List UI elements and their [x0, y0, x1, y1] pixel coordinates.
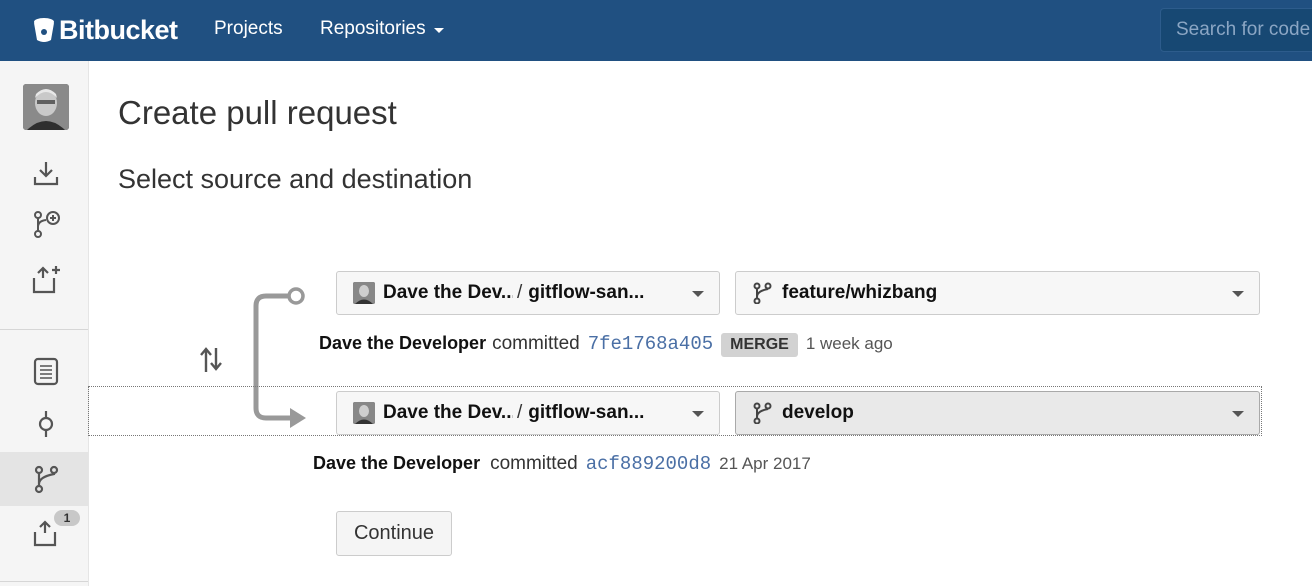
- user-avatar-image: [23, 84, 69, 130]
- search-placeholder: Search for code: [1176, 19, 1311, 40]
- nav-projects[interactable]: Projects: [214, 18, 283, 40]
- clone-icon[interactable]: [29, 156, 63, 190]
- bitbucket-bucket-icon: [34, 18, 54, 42]
- logo-text: Bitbucket: [59, 14, 178, 45]
- bitbucket-logo[interactable]: Bitbucket: [33, 13, 178, 47]
- branch-icon: [753, 282, 772, 304]
- commit-author: Dave the Developer: [319, 333, 487, 353]
- commits-icon[interactable]: [29, 407, 63, 441]
- destination-branch-name: develop: [782, 402, 854, 423]
- source-icon[interactable]: [29, 354, 63, 388]
- create-pull-request-icon[interactable]: [29, 263, 63, 297]
- commit-date: 21 Apr 2017: [719, 454, 811, 473]
- repo-owner-avatar: [353, 282, 375, 304]
- nav-repositories-dropdown[interactable]: Repositories: [320, 18, 444, 40]
- section-title: Select source and destination: [118, 164, 473, 194]
- source-branch-select[interactable]: feature/whizbang: [735, 271, 1260, 315]
- search-input[interactable]: Search for code: [1160, 8, 1312, 52]
- chevron-down-icon: [1232, 411, 1244, 417]
- continue-button[interactable]: Continue: [336, 511, 452, 556]
- chevron-down-icon: [433, 27, 444, 33]
- merge-badge: MERGE: [721, 333, 798, 357]
- source-commit-info: Dave the Developer committed 7fe1768a405…: [319, 333, 893, 357]
- swap-source-destination-icon[interactable]: [198, 344, 224, 374]
- commit-hash-link[interactable]: acf889200d8: [586, 453, 711, 475]
- commit-author: Dave the Developer: [313, 453, 481, 473]
- commit-verb: committed: [490, 453, 578, 474]
- commit-hash-link[interactable]: 7fe1768a405: [588, 333, 713, 355]
- chevron-down-icon: [692, 291, 704, 297]
- sidebar: 1: [0, 61, 89, 586]
- chevron-down-icon: [692, 411, 704, 417]
- source-repo-owner: Dave the Dev...: [383, 282, 513, 303]
- destination-repo-owner: Dave the Dev...: [383, 402, 513, 423]
- sidebar-divider: [0, 329, 88, 330]
- pull-requests-count-badge: 1: [54, 510, 80, 526]
- commit-verb: committed: [492, 333, 580, 354]
- destination-repo-separator: /: [517, 402, 523, 423]
- commit-date: 1 week ago: [805, 334, 893, 353]
- source-repo-name: gitflow-san...: [528, 282, 645, 303]
- branches-icon[interactable]: [29, 462, 63, 496]
- destination-repo-name: gitflow-san...: [528, 402, 645, 423]
- user-avatar[interactable]: [23, 84, 69, 130]
- nav-repositories-label: Repositories: [320, 18, 426, 39]
- create-branch-icon[interactable]: [29, 207, 63, 241]
- branch-icon: [753, 402, 772, 424]
- source-repo-separator: /: [517, 282, 523, 303]
- source-branch-name: feature/whizbang: [782, 282, 938, 303]
- source-repository-select[interactable]: Dave the Dev... / gitflow-san...: [336, 271, 720, 315]
- nav-projects-label: Projects: [214, 18, 283, 39]
- destination-commit-info: Dave the Developer committed acf889200d8…: [313, 453, 811, 475]
- top-navigation-bar: Bitbucket Projects Repositories Search f…: [0, 0, 1312, 61]
- repo-owner-avatar: [353, 402, 375, 424]
- chevron-down-icon: [1232, 291, 1244, 297]
- page-title: Create pull request: [118, 94, 397, 131]
- destination-branch-select[interactable]: develop: [735, 391, 1260, 435]
- destination-repository-select[interactable]: Dave the Dev... / gitflow-san...: [336, 391, 720, 435]
- sidebar-divider: [0, 581, 88, 582]
